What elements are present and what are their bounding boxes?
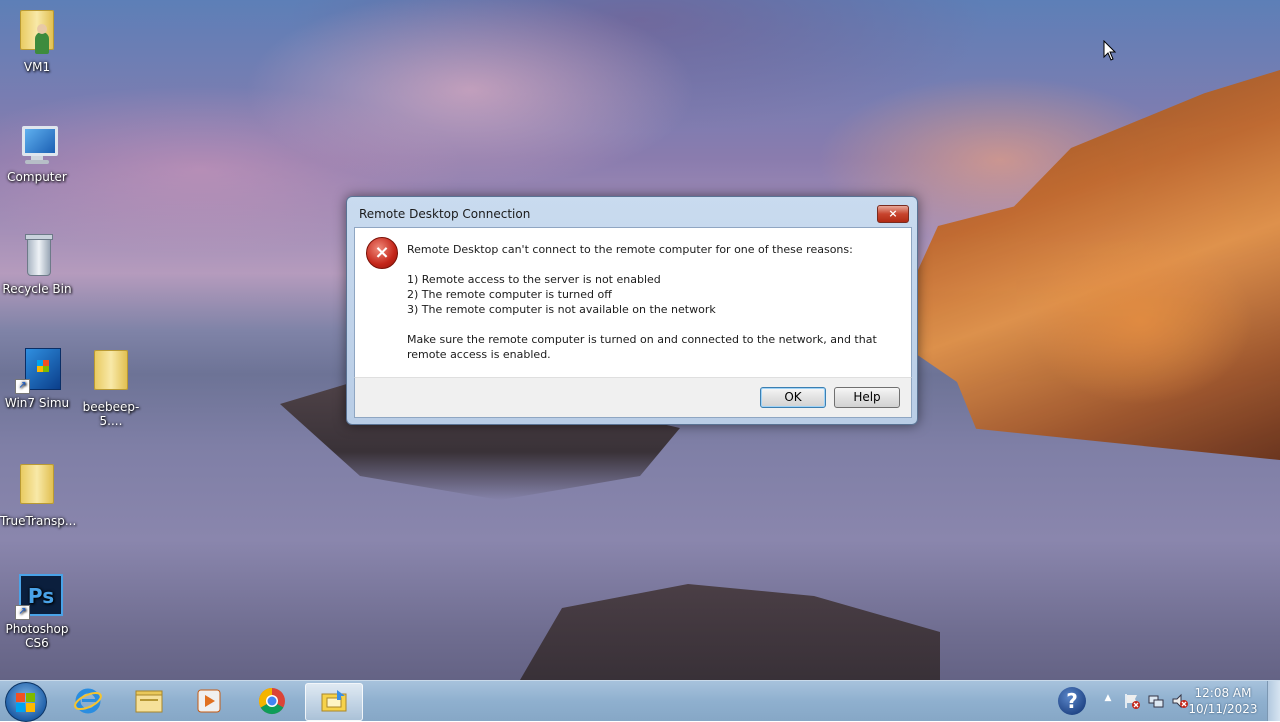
windows-app-icon: ↗	[13, 346, 61, 394]
remote-desktop-error-dialog: Remote Desktop Connection × × Remote Des…	[346, 196, 918, 425]
computer-icon	[13, 120, 61, 168]
desktop-icon-label: beebeep-5....	[82, 400, 140, 428]
clock-date: 10/11/2023	[1188, 702, 1258, 716]
network-icon[interactable]	[1148, 693, 1164, 709]
dialog-title: Remote Desktop Connection	[359, 207, 531, 221]
remote-desktop-icon	[321, 690, 347, 712]
desktop-icon-label: Photoshop CS6	[5, 622, 69, 650]
photoshop-icon: Ps ↗	[13, 572, 63, 620]
shortcut-arrow-icon: ↗	[15, 379, 30, 394]
taskbar-button-chrome[interactable]	[244, 683, 300, 719]
taskbar-button-internet-explorer[interactable]	[60, 683, 116, 719]
dialog-message-intro: Remote Desktop can't connect to the remo…	[407, 243, 853, 256]
chrome-icon	[258, 687, 285, 715]
clock-time: 12:08 AM	[1194, 686, 1252, 700]
file-explorer-icon	[135, 690, 163, 713]
dialog-advice: Make sure the remote computer is turned …	[407, 333, 877, 361]
desktop-icon-label: Computer	[7, 170, 67, 184]
desktop-icon-recycle-bin[interactable]: Recycle Bin	[0, 232, 74, 296]
taskbar-button-file-explorer[interactable]	[121, 683, 177, 719]
help-button[interactable]: Help	[834, 387, 900, 408]
shortcut-arrow-icon: ↗	[15, 605, 30, 620]
desktop-icon-truetransparency[interactable]: TrueTransp...	[0, 460, 77, 528]
show-hidden-icons-chevron-icon[interactable]: ▲	[1100, 693, 1116, 709]
desktop-icon-label: Win7 Simu	[4, 396, 70, 410]
desktop-icon-label: VM1	[23, 60, 51, 74]
start-button[interactable]	[5, 682, 47, 722]
desktop-icon-computer[interactable]: Computer	[0, 120, 74, 184]
media-player-icon	[197, 689, 221, 713]
taskbar-button-media-player[interactable]	[181, 683, 237, 719]
show-desktop-button[interactable]	[1267, 681, 1280, 721]
system-clock[interactable]: 12:08 AM 10/11/2023	[1188, 685, 1258, 717]
dialog-close-button[interactable]: ×	[877, 205, 909, 223]
dialog-body: × Remote Desktop can't connect to the re…	[354, 227, 912, 379]
mouse-cursor-icon	[1103, 40, 1117, 61]
help-tray-icon[interactable]: ?	[1058, 687, 1086, 715]
close-icon: ×	[888, 207, 898, 220]
user-folder-icon	[13, 10, 61, 58]
dialog-button-bar: OK Help	[354, 377, 912, 418]
error-icon: ×	[366, 237, 398, 269]
desktop-icon-beebeep[interactable]: beebeep-5....	[74, 346, 148, 428]
ok-button[interactable]: OK	[760, 387, 826, 408]
dialog-reason-2: 2) The remote computer is turned off	[407, 288, 612, 301]
desktop-icon-vm1[interactable]: VM1	[0, 6, 74, 74]
folder-icon	[87, 350, 135, 398]
desktop-icon-label: TrueTransp...	[0, 514, 77, 528]
volume-muted-icon[interactable]	[1172, 693, 1188, 709]
taskbar-button-remote-desktop[interactable]	[305, 683, 363, 721]
taskbar: ? ▲ 12:08 AM 10/11/2023	[0, 680, 1280, 722]
action-center-flag-icon[interactable]	[1124, 693, 1140, 709]
internet-explorer-icon	[74, 688, 102, 714]
recycle-bin-icon	[13, 232, 61, 280]
desktop-icon-win7-simu[interactable]: ↗ Win7 Simu	[0, 346, 74, 410]
dialog-reason-1: 1) Remote access to the server is not en…	[407, 273, 661, 286]
desktop-icon-photoshop[interactable]: Ps ↗ Photoshop CS6	[0, 572, 74, 650]
folder-icon	[13, 464, 61, 512]
desktop-icon-label: Recycle Bin	[2, 282, 72, 296]
dialog-reason-3: 3) The remote computer is not available …	[407, 303, 716, 316]
